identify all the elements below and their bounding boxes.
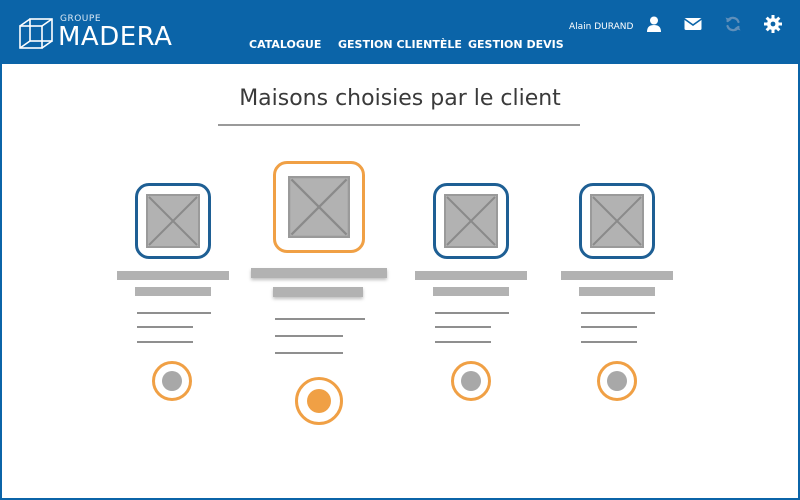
house-subtitle-placeholder [433,287,509,296]
radio-dot [461,371,481,391]
house-detail-line [581,341,637,343]
house-select-radio[interactable] [295,377,343,425]
house-name-placeholder [117,271,229,280]
house-detail-line [275,352,343,354]
nav-gestion-devis[interactable]: GESTION DEVIS [468,38,564,51]
house-detail-line [435,341,491,343]
house-thumbnail[interactable] [273,161,365,253]
house-name-placeholder [415,271,527,280]
main-nav: CATALOGUE GESTION CLIENTÈLE GESTION DEVI… [0,38,800,54]
mail-icon[interactable] [683,14,703,34]
house-detail-line [137,341,193,343]
house-detail-line [137,326,193,328]
house-name-placeholder [561,271,673,280]
house-detail-line [581,326,637,328]
house-select-radio[interactable] [152,361,192,401]
house-subtitle-placeholder [579,287,655,296]
house-detail-line [137,312,211,314]
house-name-placeholder [251,268,387,278]
placeholder-image-icon [146,194,200,248]
house-subtitle-placeholder [273,287,363,297]
house-detail-line [435,326,491,328]
radio-dot [307,389,331,413]
house-select-radio[interactable] [451,361,491,401]
title-divider [218,124,580,126]
top-bar: GROUPE MADERA CATALOGUE GESTION CLIENTÈL… [0,0,800,64]
house-select-radio[interactable] [597,361,637,401]
placeholder-image-icon [590,194,644,248]
sync-icon[interactable] [723,14,743,34]
app-frame [0,0,800,500]
house-thumbnail[interactable] [135,183,211,259]
house-detail-line [275,335,343,337]
gear-icon[interactable] [763,14,783,34]
page-title: Maisons choisies par le client [239,86,561,111]
nav-catalogue[interactable]: CATALOGUE [249,38,321,51]
house-subtitle-placeholder [135,287,211,296]
house-thumbnail[interactable] [433,183,509,259]
radio-dot [162,371,182,391]
placeholder-image-icon [444,194,498,248]
radio-dot [607,371,627,391]
house-thumbnail[interactable] [579,183,655,259]
house-detail-line [275,318,365,320]
user-name: Alain DURAND [569,22,634,32]
placeholder-image-icon [288,176,350,238]
house-detail-line [581,312,655,314]
house-detail-line [435,312,509,314]
user-icon[interactable] [644,14,664,34]
nav-gestion-clientele[interactable]: GESTION CLIENTÈLE [338,38,462,51]
